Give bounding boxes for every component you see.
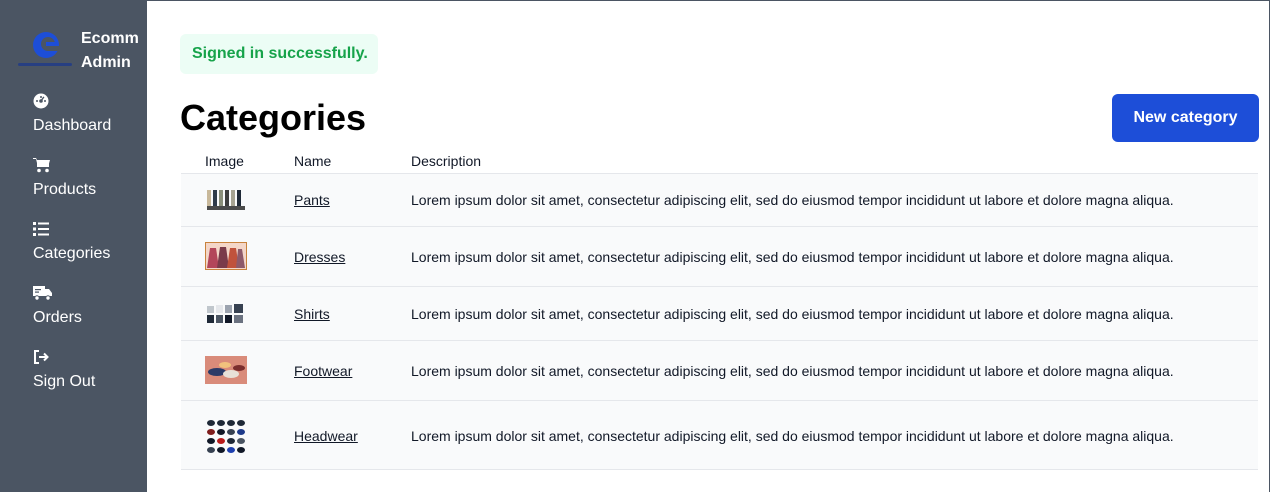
table-row: Footwear Lorem ipsum dolor sit amet, con… (181, 340, 1258, 400)
sign-out-icon (33, 349, 51, 365)
category-description: Lorem ipsum dolor sit amet, consectetur … (411, 428, 1174, 444)
brand-name: Ecomm Admin (81, 30, 139, 71)
cart-icon (33, 157, 51, 173)
ecommerce-logo-icon (18, 32, 72, 66)
truck-icon (33, 285, 52, 301)
sidebar-item-label: Sign Out (33, 373, 96, 390)
table-row: Pants Lorem ipsum dolor sit amet, consec… (181, 173, 1258, 226)
category-link[interactable]: Dresses (294, 249, 345, 265)
category-link[interactable]: Pants (294, 192, 330, 208)
table-row: Dresses Lorem ipsum dolor sit amet, cons… (181, 226, 1258, 286)
table-row: Shirts Lorem ipsum dolor sit amet, conse… (181, 286, 1258, 340)
category-link[interactable]: Headwear (294, 428, 358, 444)
category-link[interactable]: Footwear (294, 363, 352, 379)
sidebar-item-label: Categories (33, 245, 111, 262)
sidebar-item-products[interactable]: Products (33, 157, 143, 200)
table-header: Image Name Description (181, 149, 1258, 173)
new-category-button[interactable]: New category (1112, 94, 1259, 142)
list-icon (33, 221, 51, 237)
brand[interactable]: Ecomm Admin (16, 27, 141, 75)
categories-table: Image Name Description Pants Lorem ipsum… (181, 149, 1258, 470)
category-description: Lorem ipsum dolor sit amet, consectetur … (411, 306, 1174, 322)
column-header-description: Description (411, 153, 482, 169)
table-row: Headwear Lorem ipsum dolor sit amet, con… (181, 400, 1258, 470)
sidebar-item-label: Products (33, 181, 97, 198)
column-header-image: Image (205, 153, 244, 169)
footwear-thumbnail[interactable] (205, 356, 247, 384)
page-title: Categories (180, 97, 367, 138)
category-description: Lorem ipsum dolor sit amet, consectetur … (411, 249, 1174, 265)
headwear-thumbnail[interactable] (205, 418, 247, 454)
shirts-thumbnail[interactable] (205, 300, 247, 328)
category-link[interactable]: Shirts (294, 306, 330, 322)
dresses-thumbnail[interactable] (205, 242, 247, 270)
dashboard-icon (33, 93, 51, 109)
category-description: Lorem ipsum dolor sit amet, consectetur … (411, 363, 1174, 379)
pants-thumbnail[interactable] (205, 186, 247, 212)
sidebar-item-label: Orders (33, 309, 82, 326)
sidebar-item-sign-out[interactable]: Sign Out (33, 349, 143, 392)
column-header-name: Name (294, 153, 332, 169)
sidebar-item-label: Dashboard (33, 117, 112, 134)
sidebar-item-dashboard[interactable]: Dashboard (33, 93, 143, 136)
flash-notice: Signed in successfully. (180, 34, 378, 74)
sidebar-item-categories[interactable]: Categories (33, 221, 143, 264)
sidebar: Ecomm Admin Dashboard Products Categorie… (0, 1, 147, 492)
sidebar-item-orders[interactable]: Orders (33, 285, 143, 328)
category-description: Lorem ipsum dolor sit amet, consectetur … (411, 192, 1174, 208)
